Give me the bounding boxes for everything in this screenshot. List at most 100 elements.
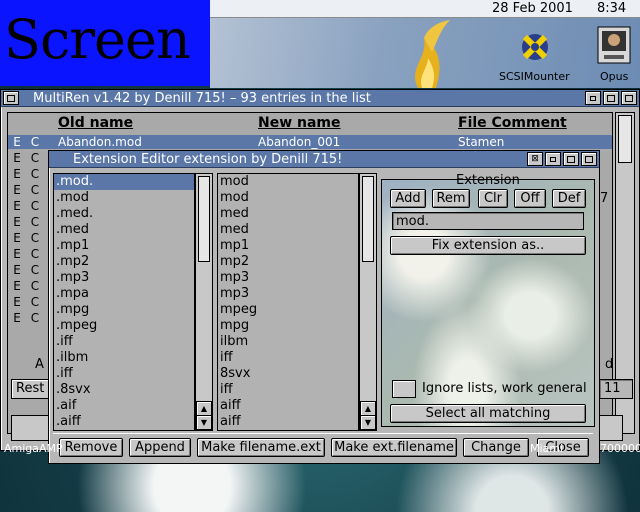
depth-gadget-icon[interactable] [621, 91, 637, 105]
iconify-gadget-icon[interactable] [585, 91, 601, 105]
list-item[interactable]: .mp2 [54, 254, 194, 270]
row-c-flag[interactable]: C [28, 183, 42, 197]
list-item[interactable]: .med. [54, 206, 194, 222]
zoom-gadget-icon[interactable] [603, 91, 619, 105]
close-small-icon[interactable]: ⊠ [527, 152, 543, 166]
list-item[interactable]: .mp3 [54, 270, 194, 286]
change-button[interactable]: Change [463, 438, 529, 457]
ignore-lists-checkbox[interactable] [392, 380, 416, 398]
row-e-flag[interactable]: E [10, 215, 24, 229]
row-c-flag[interactable]: C [28, 263, 42, 277]
scroll-down-arrow-icon[interactable]: ▼ [196, 415, 212, 430]
list-item[interactable]: mp2 [218, 254, 358, 270]
d-button-fragment[interactable]: d [601, 356, 617, 374]
scroll-up-arrow-icon[interactable]: ▲ [196, 401, 212, 416]
list-item[interactable]: 8svx [218, 366, 358, 382]
iconify-gadget-icon[interactable] [545, 152, 561, 166]
list-item[interactable]: iff [218, 382, 358, 398]
list-item[interactable]: aiff [218, 414, 358, 430]
list-item[interactable]: iff [218, 350, 358, 366]
list-item[interactable]: mp1 [218, 238, 358, 254]
clear-button[interactable]: Clr [478, 189, 508, 208]
list-item[interactable]: .mpeg [54, 318, 194, 334]
add-button[interactable]: Add [390, 189, 426, 208]
row-c-flag[interactable]: C [28, 311, 42, 325]
row-e-flag[interactable]: E [10, 263, 24, 277]
list-item[interactable]: .mod [54, 190, 194, 206]
select-all-matching-button[interactable]: Select all matching [390, 404, 586, 423]
row-c-flag[interactable]: C [28, 215, 42, 229]
list-item[interactable]: mpg [218, 318, 358, 334]
list-item[interactable]: .8svx [54, 382, 194, 398]
list-item[interactable]: mp3 [218, 270, 358, 286]
list-item[interactable]: mod [218, 174, 358, 190]
source-list-scrollbar[interactable]: ▲ ▼ [195, 173, 213, 431]
list-item[interactable]: .mod. [54, 174, 194, 190]
number-field[interactable]: 11 [599, 379, 633, 399]
row-c-flag[interactable]: C [28, 167, 42, 181]
remove-ext-button[interactable]: Rem [432, 189, 470, 208]
scsimounter-icon[interactable] [518, 30, 552, 64]
list-item[interactable]: med [218, 222, 358, 238]
list-item[interactable]: .mpg [54, 302, 194, 318]
make-ext-filename-button[interactable]: Make ext.filename [331, 438, 457, 457]
close-gadget-icon[interactable] [3, 91, 19, 105]
multiren-titlebar[interactable]: MultiRen v1.42 by Denill 715! – 93 entri… [1, 90, 639, 107]
zoom-gadget-icon[interactable] [563, 152, 579, 166]
list-item[interactable]: .iff [54, 366, 194, 382]
amigaamp-label[interactable]: AmigaAMP [4, 442, 63, 455]
row-e-flag[interactable]: E [10, 295, 24, 309]
row-e-flag[interactable]: E [10, 247, 24, 261]
scroll-up-arrow-icon[interactable]: ▲ [360, 401, 376, 416]
list-item[interactable]: .iff [54, 334, 194, 350]
list-item[interactable]: .aif [54, 398, 194, 414]
list-item[interactable]: mpeg [218, 302, 358, 318]
extension-editor-titlebar[interactable]: Extension Editor extension by Denill 715… [49, 151, 599, 168]
row-e-flag[interactable]: E [10, 231, 24, 245]
a-button-fragment[interactable]: A [31, 356, 48, 374]
list-item[interactable]: mp3 [218, 286, 358, 302]
fix-extension-button[interactable]: Fix extension as.. [390, 236, 586, 255]
table-row[interactable]: E C Abandon.mod Abandon_001 Stamen [8, 135, 612, 149]
row-e-flag[interactable]: E [10, 311, 24, 325]
miami-label[interactable]: Miami [530, 442, 563, 455]
row-e-flag[interactable]: E [10, 199, 24, 213]
source-extension-list[interactable]: .mod. .mod .med. .med .mp1 .mp2 .mp3 .mpa .mpg .m… [53, 173, 195, 431]
opus-icon[interactable] [597, 26, 631, 64]
row-c-flag[interactable]: C [28, 199, 42, 213]
list-item[interactable]: aiff [218, 398, 358, 414]
row-c-flag[interactable]: C [28, 279, 42, 293]
target-list-scrollbar[interactable]: ▲ ▼ [359, 173, 377, 431]
rest-button[interactable]: Rest [11, 379, 50, 399]
row-e-flag[interactable]: E [10, 135, 24, 149]
off-button[interactable]: Off [514, 189, 546, 208]
row-e-flag[interactable]: E [10, 183, 24, 197]
row-c-flag[interactable]: C [28, 295, 42, 309]
row-e-flag[interactable]: E [10, 167, 24, 181]
list-item[interactable]: .mpa [54, 286, 194, 302]
make-filename-ext-button[interactable]: Make filename.ext [197, 438, 325, 457]
row-c-flag[interactable]: C [28, 231, 42, 245]
row-e-flag[interactable]: E [10, 151, 24, 165]
column-file-comment[interactable]: File Comment [458, 113, 567, 133]
list-item[interactable]: med [218, 206, 358, 222]
row-c-flag[interactable]: C [28, 247, 42, 261]
column-new-name[interactable]: New name [258, 113, 341, 133]
list-item[interactable]: .aiff [54, 414, 194, 430]
list-item[interactable]: mod [218, 190, 358, 206]
list-item[interactable]: .med [54, 222, 194, 238]
depth-gadget-icon[interactable] [581, 152, 597, 166]
menubar[interactable] [210, 0, 640, 18]
list-item[interactable]: .ilbm [54, 350, 194, 366]
extension-input[interactable]: mod. [392, 212, 584, 230]
column-old-name[interactable]: Old name [58, 113, 133, 133]
scroll-down-arrow-icon[interactable]: ▼ [360, 415, 376, 430]
remove-button[interactable]: Remove [59, 438, 123, 457]
row-e-flag[interactable]: E [10, 279, 24, 293]
default-button[interactable]: Def [552, 189, 586, 208]
append-button[interactable]: Append [129, 438, 191, 457]
list-item[interactable]: .mp1 [54, 238, 194, 254]
scsimounter-label[interactable]: SCSIMounter [499, 70, 570, 83]
opus-label[interactable]: Opus [600, 70, 628, 83]
row-c-flag[interactable]: C [28, 135, 42, 149]
